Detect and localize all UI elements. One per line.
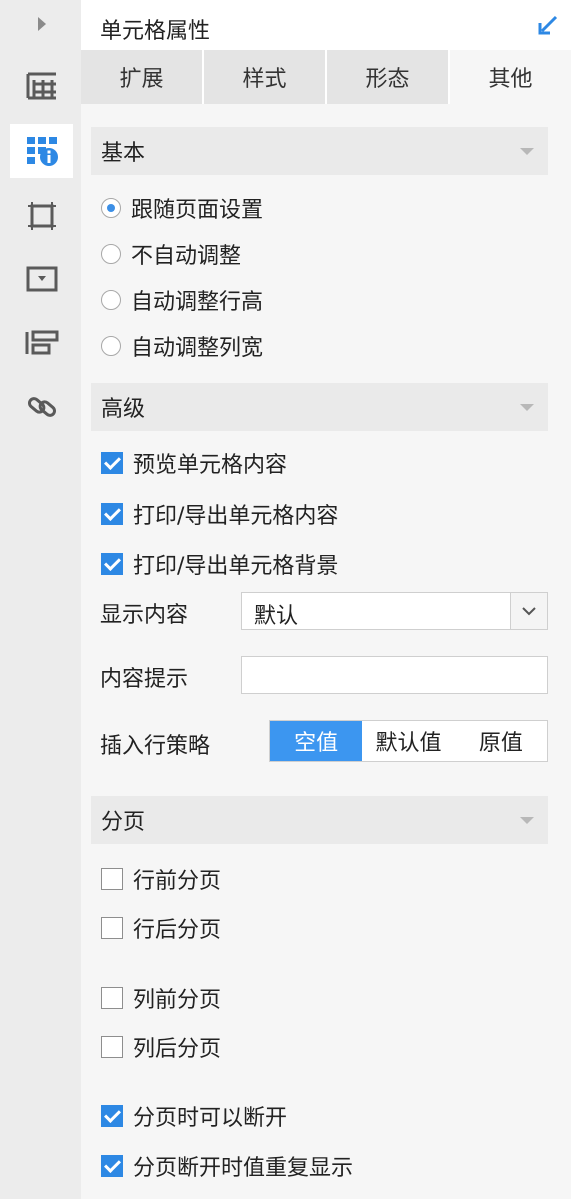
display-content-value: 默认 xyxy=(254,604,299,629)
radio-follow-page[interactable]: 跟随页面设置 xyxy=(101,191,263,225)
chevron-down-icon[interactable] xyxy=(510,593,547,629)
collapse-arrow-icon[interactable] xyxy=(537,14,559,40)
section-paging-title: 分页 xyxy=(101,810,146,835)
checkbox-label: 打印/导出单元格背景 xyxy=(133,554,339,579)
checkbox-icon[interactable] xyxy=(101,917,123,939)
checkbox-icon[interactable] xyxy=(101,1105,123,1127)
display-content-label: 显示内容 xyxy=(100,603,189,628)
tab-expand[interactable]: 扩展 xyxy=(81,50,202,104)
checkbox-label: 分页时可以断开 xyxy=(133,1106,288,1131)
align-icon[interactable] xyxy=(10,316,73,370)
checkbox-icon[interactable] xyxy=(101,452,123,474)
checkbox-icon[interactable] xyxy=(101,1155,123,1177)
radio-icon[interactable] xyxy=(101,244,121,264)
tooltip-input[interactable] xyxy=(241,656,548,694)
check-allow-break[interactable]: 分页时可以断开 xyxy=(101,1099,287,1133)
radio-label: 自动调整列宽 xyxy=(131,336,264,361)
radio-icon[interactable] xyxy=(101,290,121,310)
chevron-down-icon xyxy=(520,817,534,824)
insert-policy-label: 插入行策略 xyxy=(100,734,211,759)
display-content-select[interactable]: 默认 xyxy=(241,592,548,630)
radio-label: 不自动调整 xyxy=(131,244,242,269)
tab-style[interactable]: 样式 xyxy=(204,50,325,104)
panel-header: 单元格属性 xyxy=(81,0,571,50)
radio-icon[interactable] xyxy=(101,198,121,218)
tab-form[interactable]: 形态 xyxy=(327,50,448,104)
check-break-before-col[interactable]: 列前分页 xyxy=(101,981,221,1015)
checkbox-icon[interactable] xyxy=(101,868,123,890)
checkbox-icon[interactable] xyxy=(101,503,123,525)
radio-auto-col-width[interactable]: 自动调整列宽 xyxy=(101,329,263,363)
panel-title: 单元格属性 xyxy=(100,19,211,44)
radio-label: 自动调整行高 xyxy=(131,290,264,315)
checkbox-icon[interactable] xyxy=(101,1036,123,1058)
check-break-before-row[interactable]: 行前分页 xyxy=(101,862,221,896)
check-break-after-row[interactable]: 行后分页 xyxy=(101,911,221,945)
widget-icon[interactable] xyxy=(10,252,73,306)
radio-label: 跟随页面设置 xyxy=(131,198,264,223)
insert-policy-null[interactable]: 空值 xyxy=(270,721,363,761)
radio-icon[interactable] xyxy=(101,336,121,356)
insert-policy-toggle: 空值 默认值 原值 xyxy=(269,720,548,762)
radio-auto-row-height[interactable]: 自动调整行高 xyxy=(101,283,263,317)
properties-panel: 单元格属性 扩展 样式 形态 其他 基本 跟随页面设置 不自动调整 自动调整行高… xyxy=(81,0,571,1199)
cell-attribute-icon[interactable] xyxy=(10,124,73,178)
chevron-down-icon xyxy=(520,404,534,411)
checkbox-label: 行前分页 xyxy=(133,869,222,894)
frame-icon[interactable] xyxy=(10,189,73,243)
tooltip-label: 内容提示 xyxy=(100,667,189,692)
checkbox-label: 列前分页 xyxy=(133,988,222,1013)
section-basic-header[interactable]: 基本 xyxy=(91,127,548,175)
tab-bar: 扩展 样式 形态 其他 xyxy=(81,50,571,104)
check-repeat-on-break[interactable]: 分页断开时值重复显示 xyxy=(101,1149,353,1183)
check-preview-content[interactable]: 预览单元格内容 xyxy=(101,446,287,480)
check-print-content[interactable]: 打印/导出单元格内容 xyxy=(101,497,338,531)
checkbox-label: 列后分页 xyxy=(133,1037,222,1062)
side-rail xyxy=(0,0,81,1199)
insert-policy-default[interactable]: 默认值 xyxy=(362,721,454,761)
checkbox-label: 打印/导出单元格内容 xyxy=(133,504,339,529)
tab-other[interactable]: 其他 xyxy=(450,50,571,104)
section-advanced-title: 高级 xyxy=(101,397,146,422)
radio-no-auto[interactable]: 不自动调整 xyxy=(101,237,241,271)
checkbox-icon[interactable] xyxy=(101,987,123,1009)
checkbox-label: 预览单元格内容 xyxy=(133,453,288,478)
checkbox-label: 分页断开时值重复显示 xyxy=(133,1156,354,1181)
expand-arrow-icon[interactable] xyxy=(10,0,73,48)
chevron-down-icon xyxy=(520,148,534,155)
check-print-background[interactable]: 打印/导出单元格背景 xyxy=(101,547,338,581)
check-break-after-col[interactable]: 列后分页 xyxy=(101,1030,221,1064)
checkbox-label: 行后分页 xyxy=(133,918,222,943)
link-icon[interactable] xyxy=(10,380,73,434)
section-paging-header[interactable]: 分页 xyxy=(91,796,548,844)
insert-policy-original[interactable]: 原值 xyxy=(455,721,547,761)
section-basic-title: 基本 xyxy=(101,141,146,166)
checkbox-icon[interactable] xyxy=(101,553,123,575)
section-advanced-header[interactable]: 高级 xyxy=(91,383,548,431)
table-layout-icon[interactable] xyxy=(10,58,73,112)
